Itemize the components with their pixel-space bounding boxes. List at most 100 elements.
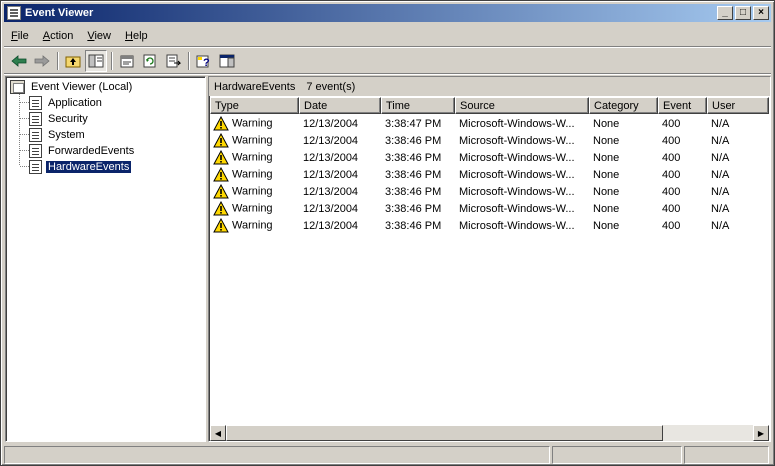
event-type-label: Warning <box>232 185 273 198</box>
event-viewer-window: Event Viewer _ □ × File Action View Help <box>0 0 775 466</box>
event-type-label: Warning <box>232 134 273 147</box>
event-viewer-computer-icon <box>10 79 25 94</box>
column-header-date[interactable]: Date <box>299 97 381 114</box>
cell-user: N/A <box>711 134 730 147</box>
scroll-left-button[interactable]: ◀ <box>210 425 226 441</box>
status-bar <box>4 446 771 464</box>
forward-button[interactable] <box>31 50 53 72</box>
cell-time: 3:38:46 PM <box>385 202 442 215</box>
cell-user: N/A <box>711 185 730 198</box>
cell-user: N/A <box>711 219 730 232</box>
up-folder-icon <box>65 56 81 68</box>
show-hide-action-pane-button[interactable] <box>216 50 238 72</box>
export-list-button[interactable] <box>162 50 184 72</box>
properties-icon <box>120 55 134 68</box>
menu-help-rest: elp <box>132 30 148 42</box>
column-header-type[interactable]: Type <box>210 97 299 114</box>
table-row[interactable]: Warning 12/13/2004 3:38:47 PM Microsoft-Win… <box>210 115 769 132</box>
event-rows: Warning 12/13/2004 3:38:47 PM Microsoft-Win… <box>210 115 769 234</box>
up-one-level-button[interactable] <box>62 50 84 72</box>
cell-type: Warning <box>210 167 299 182</box>
event-log-icon <box>29 111 42 126</box>
cell-date: 12/13/2004 <box>303 151 359 164</box>
cell-user: N/A <box>711 117 730 130</box>
cell-event: 400 <box>662 219 681 232</box>
column-header-event[interactable]: Event <box>658 97 707 114</box>
cell-type: Warning <box>210 133 299 148</box>
tree-connector <box>20 150 29 151</box>
cell-category: None <box>593 185 620 198</box>
cell-source: Microsoft-Windows-W... <box>459 134 575 147</box>
close-button[interactable]: × <box>753 6 769 20</box>
back-arrow-icon <box>11 55 27 67</box>
properties-button[interactable] <box>116 50 138 72</box>
tree-item-security[interactable]: Security <box>29 111 90 126</box>
menu-view[interactable]: View <box>80 30 118 42</box>
list-pane-header: HardwareEvents 7 event(s) <box>209 77 770 96</box>
maximize-button[interactable]: □ <box>735 6 751 20</box>
event-viewer-app-icon[interactable] <box>7 6 21 20</box>
menu-separator <box>4 46 771 48</box>
cell-type: Warning <box>210 184 299 199</box>
toolbar-separator <box>57 52 59 70</box>
cell-source: Microsoft-Windows-W... <box>459 117 575 130</box>
horizontal-scrollbar[interactable]: ◀ ▶ <box>210 425 769 441</box>
cell-time: 3:38:46 PM <box>385 219 442 232</box>
tree-item-label: Security <box>48 112 88 125</box>
table-row[interactable]: Warning 12/13/2004 3:38:46 PM Microsoft-Win… <box>210 132 769 149</box>
cell-type: Warning <box>210 201 299 216</box>
tree-connector <box>20 102 29 103</box>
cell-category: None <box>593 151 620 164</box>
cell-event: 400 <box>662 202 681 215</box>
refresh-button[interactable] <box>139 50 161 72</box>
tree-item-application[interactable]: Application <box>29 95 104 110</box>
event-type-label: Warning <box>232 151 273 164</box>
column-header-source[interactable]: Source <box>455 97 589 114</box>
tree-connector <box>20 118 29 119</box>
toolbar: ? <box>4 49 771 73</box>
table-row[interactable]: Warning 12/13/2004 3:38:46 PM Microsoft-Win… <box>210 149 769 166</box>
scroll-right-button[interactable]: ▶ <box>753 425 769 441</box>
minimize-button[interactable]: _ <box>717 6 733 20</box>
status-cell-main <box>4 446 550 464</box>
toolbar-separator <box>188 52 190 70</box>
tree-connector <box>20 166 29 167</box>
cell-type: Warning <box>210 218 299 233</box>
cell-category: None <box>593 219 620 232</box>
table-row[interactable]: Warning 12/13/2004 3:38:46 PM Microsoft-Win… <box>210 166 769 183</box>
back-button[interactable] <box>8 50 30 72</box>
show-hide-tree-button[interactable] <box>85 50 107 72</box>
table-row[interactable]: Warning 12/13/2004 3:38:46 PM Microsoft-Win… <box>210 200 769 217</box>
menu-file[interactable]: File <box>4 30 36 42</box>
cell-event: 400 <box>662 151 681 164</box>
table-row[interactable]: Warning 12/13/2004 3:38:46 PM Microsoft-Win… <box>210 217 769 234</box>
warning-icon <box>213 184 229 199</box>
column-header-time[interactable]: Time <box>381 97 455 114</box>
tree-root-event-viewer[interactable]: Event Viewer (Local) <box>10 79 134 94</box>
menu-help-accel: H <box>125 30 133 42</box>
cell-category: None <box>593 202 620 215</box>
warning-icon <box>213 133 229 148</box>
cell-source: Microsoft-Windows-W... <box>459 168 575 181</box>
table-row[interactable]: Warning 12/13/2004 3:38:46 PM Microsoft-Win… <box>210 183 769 200</box>
help-button[interactable]: ? <box>193 50 215 72</box>
tree-item-system[interactable]: System <box>29 127 87 142</box>
tree-item-forwardedevents[interactable]: ForwardedEvents <box>29 143 136 158</box>
menu-file-rest: ile <box>17 30 29 42</box>
warning-icon <box>213 218 229 233</box>
menu-help[interactable]: Help <box>118 30 155 42</box>
tree-item-label: Application <box>48 96 102 109</box>
cell-source: Microsoft-Windows-W... <box>459 185 575 198</box>
title-bar[interactable]: Event Viewer _ □ × <box>4 4 771 22</box>
scroll-thumb[interactable] <box>226 425 663 441</box>
event-log-icon <box>29 159 42 174</box>
cell-date: 12/13/2004 <box>303 219 359 232</box>
tree-item-hardwareevents[interactable]: HardwareEvents <box>29 159 133 174</box>
column-header-user[interactable]: User <box>707 97 769 114</box>
menu-action[interactable]: Action <box>36 30 81 42</box>
column-header-category[interactable]: Category <box>589 97 658 114</box>
cell-time: 3:38:47 PM <box>385 117 442 130</box>
cell-time: 3:38:46 PM <box>385 151 442 164</box>
cell-user: N/A <box>711 168 730 181</box>
cell-time: 3:38:46 PM <box>385 185 442 198</box>
